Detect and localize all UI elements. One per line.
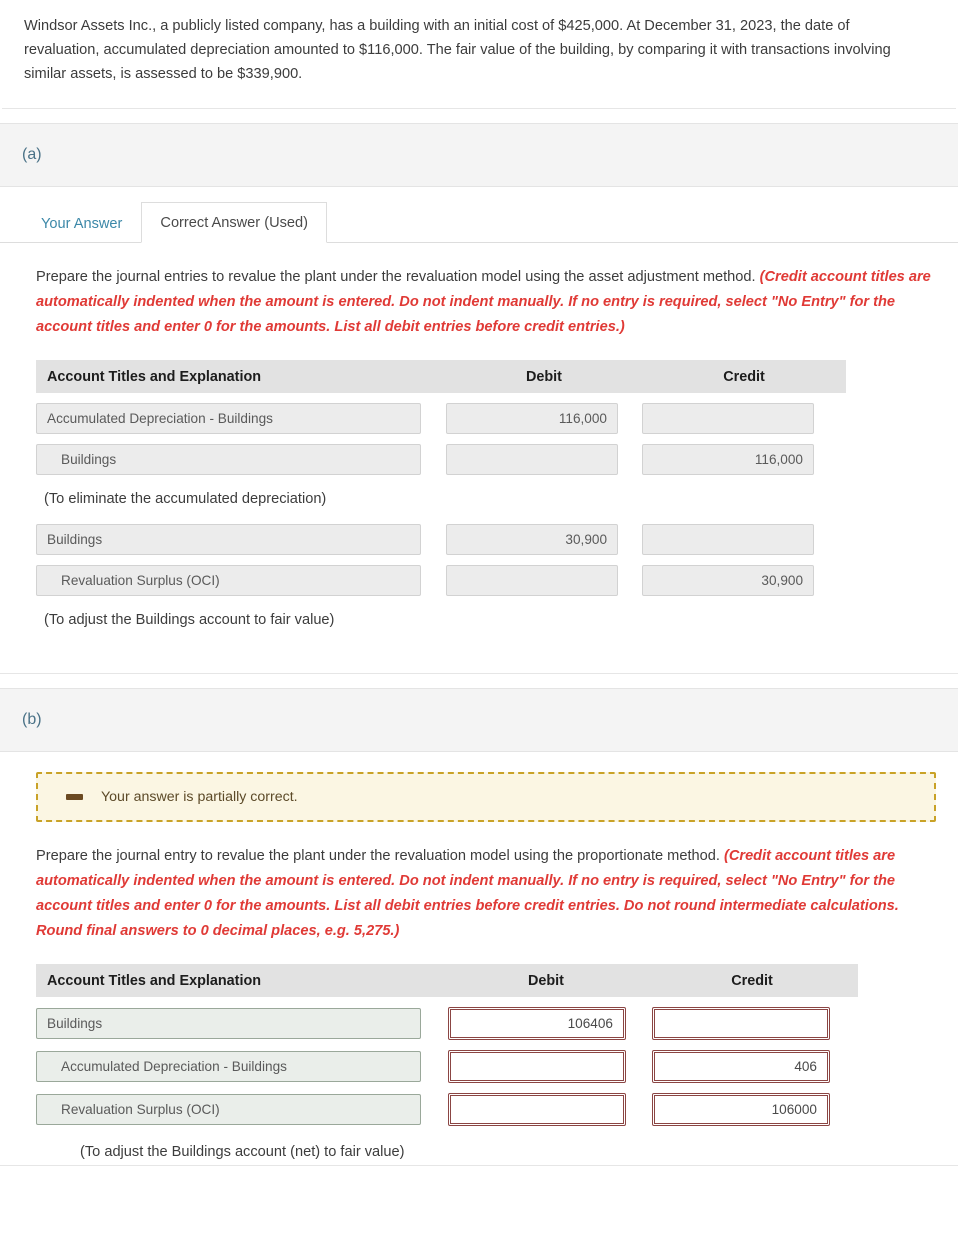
table-row: Buildings 106406 [36,1007,958,1040]
credit-field[interactable]: 116,000 [642,444,814,475]
part-a-header: (a) [0,123,958,187]
debit-field[interactable] [446,565,618,596]
table-row: Revaluation Surplus (OCI) 30,900 [36,565,958,596]
part-b-header: (b) [0,688,958,752]
credit-field[interactable]: 406 [652,1050,830,1083]
credit-field[interactable] [652,1007,830,1040]
problem-statement-text: Windsor Assets Inc., a publicly listed c… [24,18,891,82]
table-row: Accumulated Depreciation - Buildings 406 [36,1050,958,1083]
exercise-page: Windsor Assets Inc., a publicly listed c… [0,0,958,1236]
debit-field[interactable] [446,444,618,475]
part-a-col-account: Account Titles and Explanation [47,368,262,385]
part-b-col-credit: Credit [731,972,773,989]
part-b-col-account: Account Titles and Explanation [47,972,262,989]
part-b-journal-table: Account Titles and Explanation Debit Cre… [36,964,958,1165]
account-field[interactable]: Buildings [36,524,421,555]
minus-icon [66,794,83,800]
table-row: Revaluation Surplus (OCI) 106000 [36,1093,958,1126]
entry-caption: (To eliminate the accumulated depreciati… [44,491,327,507]
section-spacer-2 [0,674,958,688]
part-a-instruction-main: Prepare the journal entries to revalue t… [36,269,756,285]
account-field[interactable]: Revaluation Surplus (OCI) [36,1094,421,1125]
credit-field[interactable] [642,524,814,555]
part-a-tabs: Your Answer Correct Answer (Used) [0,187,958,243]
tab-your-answer[interactable]: Your Answer [22,203,141,243]
debit-field[interactable]: 30,900 [446,524,618,555]
partially-correct-alert: Your answer is partially correct. [36,772,936,822]
table-row: Buildings 116,000 [36,444,958,475]
part-b-instruction-main: Prepare the journal entry to revalue the… [36,848,720,864]
part-a-table-header: Account Titles and Explanation Debit Cre… [36,360,846,393]
section-spacer-1 [0,109,958,123]
part-a-col-credit: Credit [723,368,765,385]
alert-message: Your answer is partially correct. [101,789,298,805]
debit-field[interactable]: 116,000 [446,403,618,434]
part-b-label: (b) [22,711,42,728]
account-field[interactable]: Accumulated Depreciation - Buildings [36,1051,421,1082]
account-field[interactable]: Buildings [36,444,421,475]
tab-correct-answer[interactable]: Correct Answer (Used) [141,202,328,243]
part-b-table-header: Account Titles and Explanation Debit Cre… [36,964,858,997]
debit-field[interactable]: 106406 [448,1007,626,1040]
part-a-col-debit: Debit [526,368,562,385]
table-row: Accumulated Depreciation - Buildings 116… [36,403,958,434]
part-a-body: Your Answer Correct Answer (Used) Prepar… [0,187,958,674]
credit-field[interactable]: 30,900 [642,565,814,596]
part-b-col-debit: Debit [528,972,564,989]
credit-field[interactable]: 106000 [652,1093,830,1126]
problem-statement-card: Windsor Assets Inc., a publicly listed c… [2,0,956,109]
part-a-bottom-pad [0,635,958,673]
part-a-instructions: Prepare the journal entries to revalue t… [0,243,958,340]
part-b-body: Your answer is partially correct. Prepar… [0,772,958,1166]
part-b-instructions: Prepare the journal entry to revalue the… [0,822,958,944]
part-a-journal-table: Account Titles and Explanation Debit Cre… [36,360,958,635]
entry-caption: (To adjust the Buildings account (net) t… [80,1144,405,1160]
account-field[interactable]: Buildings [36,1008,421,1039]
debit-field[interactable] [448,1050,626,1083]
credit-field[interactable] [642,403,814,434]
account-field[interactable]: Accumulated Depreciation - Buildings [36,403,421,434]
account-field[interactable]: Revaluation Surplus (OCI) [36,565,421,596]
part-a-label: (a) [22,146,42,163]
debit-field[interactable] [448,1093,626,1126]
entry-caption: (To adjust the Buildings account to fair… [44,612,335,628]
table-row: Buildings 30,900 [36,524,958,555]
